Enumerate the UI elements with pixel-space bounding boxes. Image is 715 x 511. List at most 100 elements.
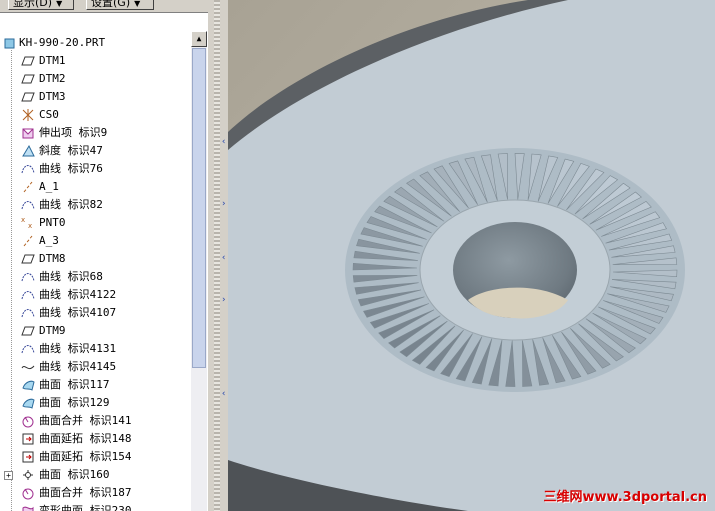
- tree-item-label: 曲面延拓 标识148: [39, 432, 132, 445]
- curve-icon: [20, 162, 36, 176]
- curve-icon: [20, 198, 36, 212]
- datum-plane-icon: [20, 252, 36, 266]
- tree-item-label: 曲面合并 标识187: [39, 486, 132, 499]
- expand-right-icon[interactable]: ›: [221, 296, 228, 305]
- scroll-thumb[interactable]: [192, 48, 206, 368]
- tree-item-label: 曲线 标识4122: [39, 288, 117, 301]
- draft-icon: [20, 144, 36, 158]
- settings-menu-label: 设置(G): [91, 0, 131, 9]
- svg-text:x: x: [21, 216, 25, 224]
- model-viewport[interactable]: [228, 0, 715, 511]
- tree-item[interactable]: 伸出项 标识9: [0, 124, 192, 142]
- tree-item[interactable]: 曲面延拓 标识154: [0, 448, 192, 466]
- svg-text:x: x: [28, 222, 32, 230]
- tree-item[interactable]: 曲线 标识4145: [0, 358, 192, 376]
- extend-icon: [20, 450, 36, 464]
- group-surface-icon: [20, 468, 36, 482]
- tree-item[interactable]: 曲线 标识4131: [0, 340, 192, 358]
- chevron-down-icon: ▼: [56, 0, 63, 8]
- tree-item[interactable]: 曲面 标识117: [0, 376, 192, 394]
- tree-item[interactable]: DTM2: [0, 70, 192, 88]
- warp-icon: [20, 504, 36, 511]
- tree-item-label: 斜度 标识47: [39, 144, 103, 157]
- curve-icon: [20, 270, 36, 284]
- panel-splitter[interactable]: ‹ › ‹ › ‹: [208, 0, 228, 511]
- collapse-left-icon[interactable]: ‹: [221, 254, 228, 263]
- model-tree: KH-990-20.PRT DTM1 DTM2 DTM3 CS0 伸出项 标识9 斜度 标识…: [0, 34, 192, 511]
- tree-item[interactable]: 曲面合并 标识141: [0, 412, 192, 430]
- tree-item-label: DTM9: [39, 324, 66, 337]
- scroll-up-button[interactable]: ▲: [191, 31, 207, 47]
- tree-item-label: DTM8: [39, 252, 66, 265]
- tree-item[interactable]: 变形曲面 标识230: [0, 502, 192, 511]
- datum-axis-icon: [20, 234, 36, 248]
- settings-menu-button[interactable]: 设置(G) ▼: [86, 0, 154, 10]
- tree-item-label: CS0: [39, 108, 59, 121]
- tree-root-item[interactable]: KH-990-20.PRT: [0, 34, 192, 52]
- collapse-left-icon[interactable]: ‹: [221, 138, 228, 147]
- curve-icon: [20, 288, 36, 302]
- coordinate-system-icon: [20, 108, 36, 122]
- tree-item-label: 曲面 标识160: [39, 468, 110, 481]
- curve-icon: [20, 342, 36, 356]
- tree-item[interactable]: DTM3: [0, 88, 192, 106]
- tree-item[interactable]: 曲线 标识4107: [0, 304, 192, 322]
- tree-item[interactable]: DTM1: [0, 52, 192, 70]
- tree-item-label: 曲面延拓 标识154: [39, 450, 132, 463]
- tree-item-label: PNT0: [39, 216, 66, 229]
- tree-item[interactable]: DTM9: [0, 322, 192, 340]
- tree-item-label: DTM2: [39, 72, 66, 85]
- tree-item-label: 曲线 标识4107: [39, 306, 117, 319]
- part-icon: [2, 36, 18, 50]
- tree-item-label: 曲线 标识4145: [39, 360, 117, 373]
- tree-item[interactable]: x x PNT0: [0, 214, 192, 232]
- tree-item[interactable]: DTM8: [0, 250, 192, 268]
- datum-plane-icon: [20, 90, 36, 104]
- tree-item[interactable]: 曲线 标识68: [0, 268, 192, 286]
- protrusion-icon: [20, 126, 36, 140]
- datum-plane-icon: [20, 324, 36, 338]
- expand-toggle-icon[interactable]: +: [4, 471, 13, 480]
- tree-item[interactable]: + 曲面 标识160: [0, 466, 192, 484]
- datum-point-icon: xx: [20, 216, 36, 230]
- tree-item[interactable]: 斜度 标识47: [0, 142, 192, 160]
- splitter-grip[interactable]: [214, 0, 220, 511]
- datum-axis-icon: [20, 180, 36, 194]
- tree-item-label: 曲线 标识76: [39, 162, 103, 175]
- tree-item[interactable]: 曲线 标识82: [0, 196, 192, 214]
- tree-item[interactable]: A_3: [0, 232, 192, 250]
- datum-plane-icon: [20, 72, 36, 86]
- tree-item-label: 曲线 标识4131: [39, 342, 117, 355]
- tree-item[interactable]: 曲线 标识4122: [0, 286, 192, 304]
- tree-item[interactable]: 曲面合并 标识187: [0, 484, 192, 502]
- display-menu-label: 显示(D): [13, 0, 53, 9]
- tree-item-label: DTM3: [39, 90, 66, 103]
- tree-item[interactable]: CS0: [0, 106, 192, 124]
- datum-plane-icon: [20, 54, 36, 68]
- tree-item[interactable]: 曲面延拓 标识148: [0, 430, 192, 448]
- tree-item-label: 伸出项 标识9: [39, 126, 108, 139]
- model-tree-panel: 显示(D) ▼ 设置(G) ▼ KH-990-20.PRT DTM1 DTM2 DTM3 C…: [0, 0, 208, 511]
- expand-right-icon[interactable]: ›: [221, 200, 228, 209]
- surface-icon: [20, 378, 36, 392]
- 3d-graphics-window[interactable]: 三维网www.3dportal.cn: [228, 0, 715, 511]
- tree-item-label: A_3: [39, 234, 59, 247]
- tree-item-label: 曲线 标识68: [39, 270, 103, 283]
- tree-vertical-scrollbar[interactable]: ▲: [191, 31, 207, 511]
- tree-item-label: DTM1: [39, 54, 66, 67]
- display-menu-button[interactable]: 显示(D) ▼: [8, 0, 74, 10]
- extend-icon: [20, 432, 36, 446]
- collapse-left-icon[interactable]: ‹: [221, 390, 228, 399]
- merge-icon: [20, 486, 36, 500]
- tree-item-label: 曲面合并 标识141: [39, 414, 132, 427]
- tree-item[interactable]: 曲面 标识129: [0, 394, 192, 412]
- chevron-down-icon: ▼: [134, 0, 141, 8]
- surface-icon: [20, 396, 36, 410]
- sketched-curve-icon: [20, 360, 36, 374]
- tree-item[interactable]: A_1: [0, 178, 192, 196]
- tree-item-label: 曲面 标识129: [39, 396, 110, 409]
- merge-icon: [20, 414, 36, 428]
- curve-icon: [20, 306, 36, 320]
- tree-item-label: 变形曲面 标识230: [39, 504, 132, 511]
- tree-item[interactable]: 曲线 标识76: [0, 160, 192, 178]
